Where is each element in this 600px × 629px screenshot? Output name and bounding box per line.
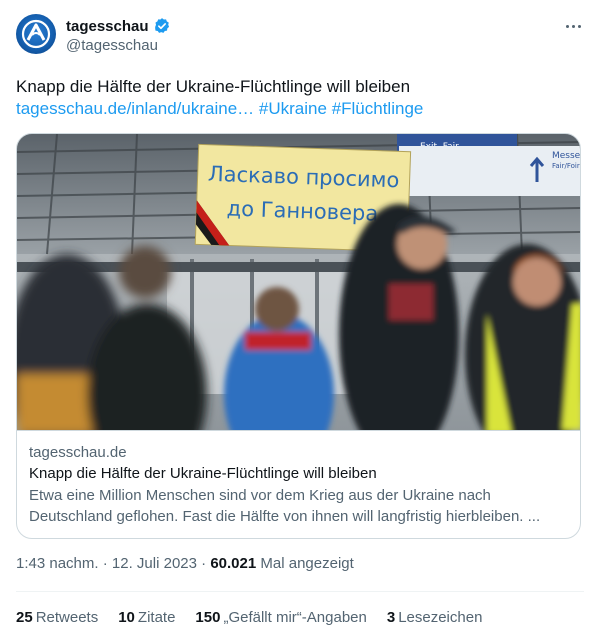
tweet-time[interactable]: 1:43 nachm. [16,555,99,572]
meta-separator: · [201,555,207,572]
card-description: Etwa eine Million Menschen sind vor dem … [29,485,570,527]
sign-right-text-2: Fair/Foire [552,162,581,170]
retweets-stat[interactable]: 25 Retweets [16,609,98,626]
quotes-label: Zitate [137,609,176,626]
views-label: Mal angezeigt [260,555,354,572]
likes-count: 150 [195,609,221,626]
tweet-link[interactable]: tagesschau.de/inland/ukraine… [16,99,254,118]
more-options-icon[interactable] [562,16,584,36]
retweets-count: 25 [16,609,33,626]
author-handle[interactable]: @tagesschau [66,37,158,54]
card-image[interactable]: Exit, Fair Messe, S Fair/Foire Ласкаво п… [17,134,581,430]
retweets-label: Retweets [35,609,99,626]
views-count: 60.021 [210,555,257,572]
engagement-stats: 25 Retweets 10 Zitate 150 „Gefällt mir“-Ang… [16,609,482,626]
likes-stat[interactable]: 150 „Gefällt mir“-Angaben [195,609,366,626]
card-title: Knapp die Hälfte der Ukraine-Flüchtlinge… [29,465,377,482]
bookmarks-count: 3 [386,609,396,626]
card-domain: tagesschau.de [29,444,127,461]
author-name[interactable]: tagesschau [66,18,149,35]
quotes-count: 10 [118,609,135,626]
tweet-header: tagesschau @tagesschau [16,14,584,58]
quotes-stat[interactable]: 10 Zitate [118,609,175,626]
tweet-date[interactable]: 12. Juli 2023 [112,555,197,572]
card-description-line-2: Deutschland geflohen. Fast die Hälfte vo… [29,508,541,525]
tagesschau-logo-icon [21,19,51,49]
bookmarks-stat[interactable]: 3 Lesezeichen [387,609,483,626]
tweet-meta: 1:43 nachm. · 12. Juli 2023 · 60.021 Mal… [16,555,354,572]
avatar[interactable] [16,14,56,54]
hashtag-fluechtlinge[interactable]: #Flüchtlinge [332,99,424,118]
card-meta: tagesschau.de Knapp die Hälfte der Ukrai… [17,430,580,538]
tweet-links: tagesschau.de/inland/ukraine… #Ukraine #… [16,98,584,120]
verified-badge-icon [154,18,169,33]
card-description-line-1: Etwa eine Million Menschen sind vor dem … [29,487,491,504]
likes-label: „Gefällt mir“-Angaben [223,609,367,626]
hashtag-ukraine[interactable]: #Ukraine [259,99,327,118]
meta-separator: · [102,555,108,572]
card-photo: Exit, Fair Messe, S Fair/Foire Ласкаво п… [17,134,581,430]
bookmarks-label: Lesezeichen [398,609,483,626]
sign-right-text-1: Messe, S [552,151,581,161]
tweet-text: Knapp die Hälfte der Ukraine-Flüchtlinge… [16,77,411,96]
link-preview-card[interactable]: Exit, Fair Messe, S Fair/Foire Ласкаво п… [16,133,581,539]
divider [16,591,584,592]
author-name-row[interactable]: tagesschau [66,16,171,36]
